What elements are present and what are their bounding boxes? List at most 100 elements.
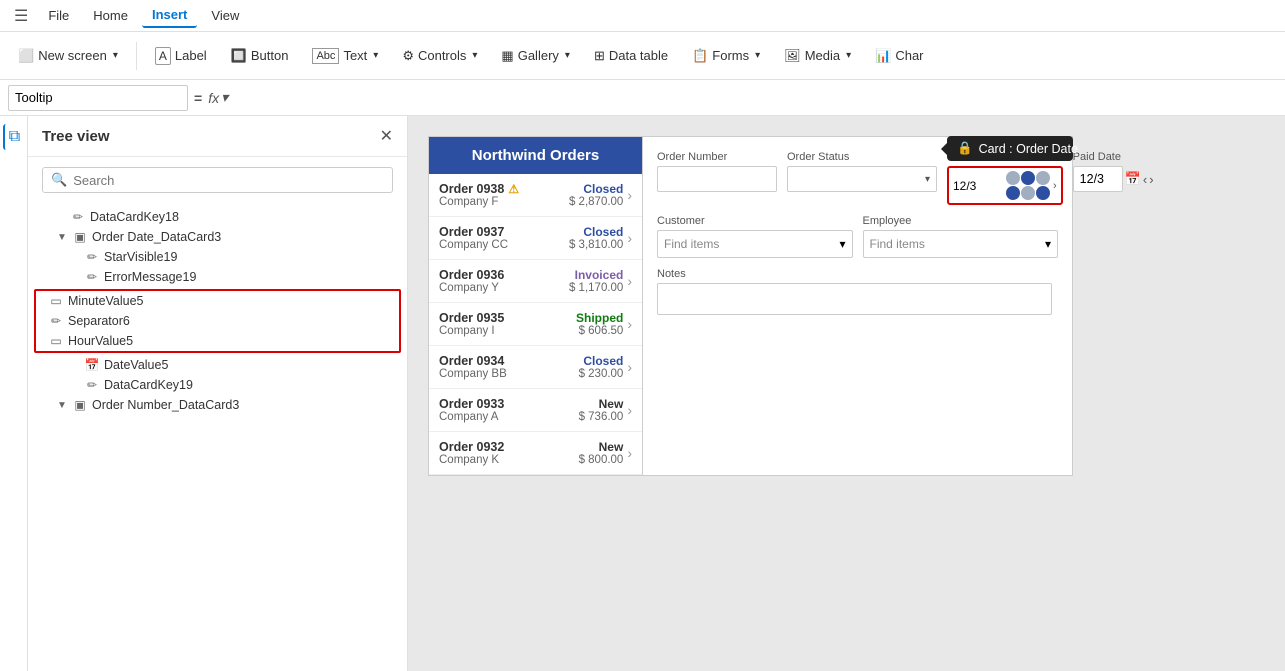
order-date-input[interactable] xyxy=(953,179,1003,193)
paid-date-wrapper: 📅 ‹ › xyxy=(1073,166,1154,192)
order-info-0937: Order 0937 Company CC xyxy=(439,225,565,251)
layers-icon[interactable]: ⧉ xyxy=(3,124,24,150)
new-screen-button[interactable]: ⬜ New screen ▾ xyxy=(8,42,128,70)
order-company-0935: Company I xyxy=(439,325,572,337)
order-amount-0932: $ 800.00 xyxy=(579,454,624,466)
text-caret-icon: ▾ xyxy=(373,50,378,61)
order-status-0935: Shipped xyxy=(576,311,623,325)
app-container: Northwind Orders Order 0938 ⚠ Company F … xyxy=(428,136,1073,476)
paid-date-nav-left[interactable]: ‹ xyxy=(1143,172,1147,187)
employee-select[interactable]: Find items ▾ xyxy=(863,230,1059,258)
order-info-0938: Order 0938 ⚠ Company F xyxy=(439,182,565,208)
customer-field: Customer Find items ▾ xyxy=(657,215,853,258)
customer-select[interactable]: Find items ▾ xyxy=(657,230,853,258)
tree-close-button[interactable]: ✕ xyxy=(380,126,393,146)
employee-placeholder: Find items xyxy=(870,237,925,251)
tree-item-orderdate-datacard3[interactable]: ▼ ▣ Order Date_DataCard3 xyxy=(28,227,407,247)
order-row-0938[interactable]: Order 0938 ⚠ Company F Closed $ 2,870.00… xyxy=(429,174,642,217)
calendar-icon: 📅 xyxy=(84,358,100,372)
formula-name-input[interactable] xyxy=(8,85,188,111)
edit-icon-error: ✏ xyxy=(84,270,100,284)
media-icon: 🖼 xyxy=(784,48,801,64)
group-icon-2: ▣ xyxy=(72,398,88,412)
input-icon-hour: ▭ xyxy=(48,334,64,348)
menu-file[interactable]: File xyxy=(38,4,79,27)
search-icon: 🔍 xyxy=(51,172,67,188)
button-button[interactable]: 🔲 Button xyxy=(221,42,299,70)
order-row-0934[interactable]: Order 0934 Company BB Closed $ 230.00 › xyxy=(429,346,642,389)
order-row-0937[interactable]: Order 0937 Company CC Closed $ 3,810.00 … xyxy=(429,217,642,260)
chart-button[interactable]: 📊 Char xyxy=(865,42,933,70)
data-table-button[interactable]: ⊞ Data table xyxy=(584,42,678,70)
new-screen-icon: ⬜ xyxy=(18,48,34,64)
notes-textarea[interactable] xyxy=(657,283,1052,315)
label-button[interactable]: A Label xyxy=(145,41,217,71)
formula-bar: = fx ▾ xyxy=(0,80,1285,116)
orders-list: Northwind Orders Order 0938 ⚠ Company F … xyxy=(428,136,643,476)
employee-label: Employee xyxy=(863,215,1059,227)
paid-date-input[interactable] xyxy=(1073,166,1123,192)
edit-icon-sep: ✏ xyxy=(48,314,64,328)
controls-caret-icon: ▾ xyxy=(472,50,477,61)
circle-2 xyxy=(1021,171,1035,185)
customer-select-arrow: ▾ xyxy=(839,237,845,251)
order-row-0933[interactable]: Order 0933 Company A New $ 736.00 › xyxy=(429,389,642,432)
order-amount-0934: $ 230.00 xyxy=(579,368,624,380)
menu-view[interactable]: View xyxy=(201,4,249,27)
chart-icon: 📊 xyxy=(875,48,891,64)
search-box: 🔍 xyxy=(42,167,393,193)
order-row-0936[interactable]: Order 0936 Company Y Invoiced $ 1,170.00… xyxy=(429,260,642,303)
tree-item-errormessage19[interactable]: ✏ ErrorMessage19 xyxy=(28,267,407,287)
tree-item-datacardkey18[interactable]: ✏ DataCardKey18 xyxy=(28,207,407,227)
order-number-0932: Order 0932 xyxy=(439,440,575,454)
order-row-0932[interactable]: Order 0932 Company K New $ 800.00 › xyxy=(429,432,642,475)
paid-date-calendar-icon[interactable]: 📅 xyxy=(1125,171,1141,187)
text-button[interactable]: Abc Text ▾ xyxy=(302,42,388,70)
order-info-0932: Order 0932 Company K xyxy=(439,440,575,466)
tree-item-minutevalue5[interactable]: ▭ MinuteValue5 xyxy=(36,291,399,311)
notes-label: Notes xyxy=(657,268,1058,280)
edit-icon-star: ✏ xyxy=(84,250,100,264)
forms-caret-icon: ▾ xyxy=(755,50,760,61)
order-status-select[interactable]: ▾ xyxy=(787,166,937,192)
media-button[interactable]: 🖼 Media ▾ xyxy=(774,42,861,70)
gallery-button[interactable]: ▦ Gallery ▾ xyxy=(491,42,580,70)
search-input[interactable] xyxy=(73,173,384,188)
hamburger-icon[interactable]: ☰ xyxy=(8,2,34,30)
order-status-amount-0933: New $ 736.00 xyxy=(579,397,624,423)
order-date-nav-right[interactable]: › xyxy=(1053,180,1057,192)
order-row-0935[interactable]: Order 0935 Company I Shipped $ 606.50 › xyxy=(429,303,642,346)
tree-item-starvisible19[interactable]: ✏ StarVisible19 xyxy=(28,247,407,267)
tree-item-separator6[interactable]: ✏ Separator6 xyxy=(36,311,399,331)
order-info-0935: Order 0935 Company I xyxy=(439,311,572,337)
paid-date-nav-right[interactable]: › xyxy=(1149,172,1153,187)
paid-date-label: Paid Date xyxy=(1073,151,1154,163)
tree-item-datacardkey19[interactable]: ✏ DataCardKey19 xyxy=(28,375,407,395)
forms-button[interactable]: 📋 Forms ▾ xyxy=(682,42,770,70)
tree-item-hourvalue5[interactable]: ▭ HourValue5 xyxy=(36,331,399,351)
order-status-0936: Invoiced xyxy=(569,268,623,282)
order-number-input[interactable] xyxy=(657,166,777,192)
formula-fx[interactable]: fx ▾ xyxy=(208,89,228,106)
new-screen-caret-icon: ▾ xyxy=(113,50,118,61)
controls-button[interactable]: ⚙ Controls ▾ xyxy=(392,42,487,70)
red-border-group: ▭ MinuteValue5 ✏ Separator6 ▭ HourValue5 xyxy=(34,289,401,353)
canvas-area: Northwind Orders Order 0938 ⚠ Company F … xyxy=(408,116,1285,671)
order-number-label: Order Number xyxy=(657,151,777,163)
menu-insert[interactable]: Insert xyxy=(142,3,197,28)
order-date-picker[interactable]: › xyxy=(947,166,1063,205)
toolbar: ⬜ New screen ▾ A Label 🔲 Button Abc Text… xyxy=(0,32,1285,80)
circle-5 xyxy=(1021,186,1035,200)
tree-item-datevalue5[interactable]: 📅 DateValue5 xyxy=(28,355,407,375)
tree-item-ordernumber-datacard3[interactable]: ▼ ▣ Order Number_DataCard3 xyxy=(28,395,407,415)
order-company-0933: Company A xyxy=(439,411,575,423)
chevron-icon-0933: › xyxy=(627,402,632,418)
menu-home[interactable]: Home xyxy=(83,4,138,27)
circle-1 xyxy=(1006,171,1020,185)
detail-panel: Order Number Order Status ▾ Order Date xyxy=(643,136,1073,476)
group-icon: ▣ xyxy=(72,230,88,244)
order-status-0937: Closed xyxy=(569,225,623,239)
order-status-label: Order Status xyxy=(787,151,937,163)
order-company-0932: Company K xyxy=(439,454,575,466)
menu-bar: ☰ File Home Insert View xyxy=(0,0,1285,32)
